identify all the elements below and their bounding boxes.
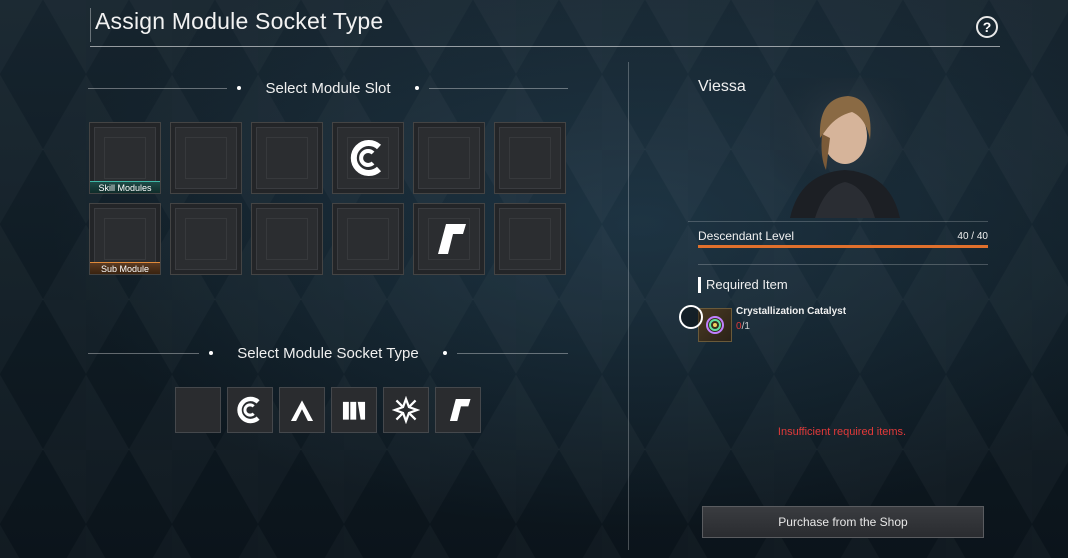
slot-section-title: Select Module Slot (265, 79, 391, 97)
socket-type-almandine[interactable] (279, 387, 325, 433)
socket-type-rutile[interactable] (435, 387, 481, 433)
rutile-socket-icon (449, 398, 471, 422)
module-slot[interactable] (413, 203, 485, 275)
help-button[interactable]: ? (976, 16, 998, 38)
level-progress-fill (698, 245, 988, 248)
level-label: Descendant Level (698, 229, 795, 243)
level-progress-bar (698, 245, 988, 248)
module-slot[interactable] (413, 122, 485, 194)
title-accent (90, 8, 91, 42)
insufficient-warning: Insufficient required items. (777, 426, 907, 438)
item-need-count: /1 (741, 321, 750, 332)
descendant-name: Viessa (698, 78, 746, 95)
module-slot[interactable] (170, 122, 242, 194)
sub-module-tag: Sub Module (90, 262, 160, 274)
panel-divider (628, 62, 629, 550)
level-value: 40 / 40 (957, 231, 988, 242)
page-title: Assign Module Socket Type (95, 8, 384, 34)
socket-type-cerulean[interactable] (227, 387, 273, 433)
module-slot[interactable] (494, 122, 566, 194)
rutile-socket-icon (414, 204, 484, 274)
module-slot[interactable] (251, 203, 323, 275)
level-divider (688, 221, 988, 222)
slot-section-header: Select Module Slot (88, 78, 569, 98)
required-item-count: 0/1 (736, 321, 750, 332)
socket-type-xantic[interactable] (383, 387, 429, 433)
module-slot[interactable] (494, 203, 566, 275)
skill-modules-tag: Skill Modules (90, 181, 160, 193)
module-slot[interactable] (251, 122, 323, 194)
socket-section-title: Select Module Socket Type (237, 344, 419, 362)
title-divider (90, 46, 1000, 47)
module-slot[interactable]: Sub Module (89, 203, 161, 275)
cerulean-socket-icon (237, 396, 260, 424)
selection-ring-icon (679, 305, 703, 329)
required-item-name: Crystallization Catalyst (736, 306, 847, 317)
socket-type-malachite[interactable] (331, 387, 377, 433)
module-slot[interactable] (332, 122, 404, 194)
catalyst-item-icon[interactable] (698, 308, 732, 342)
socket-type-none[interactable] (175, 387, 221, 433)
module-slot[interactable] (170, 203, 242, 275)
socket-section-header: Select Module Socket Type (88, 343, 568, 363)
module-slot[interactable]: Skill Modules (89, 122, 161, 194)
purchase-from-shop-button[interactable]: Purchase from the Shop (702, 506, 984, 538)
malachite-socket-icon (342, 401, 366, 420)
module-slot[interactable] (332, 203, 404, 275)
xantic-socket-icon (392, 396, 420, 424)
almandine-socket-icon (290, 400, 314, 422)
cerulean-socket-icon (333, 123, 403, 193)
level-bottom-divider (698, 264, 988, 265)
required-item-title: Required Item (698, 277, 788, 293)
descendant-portrait (770, 78, 920, 218)
